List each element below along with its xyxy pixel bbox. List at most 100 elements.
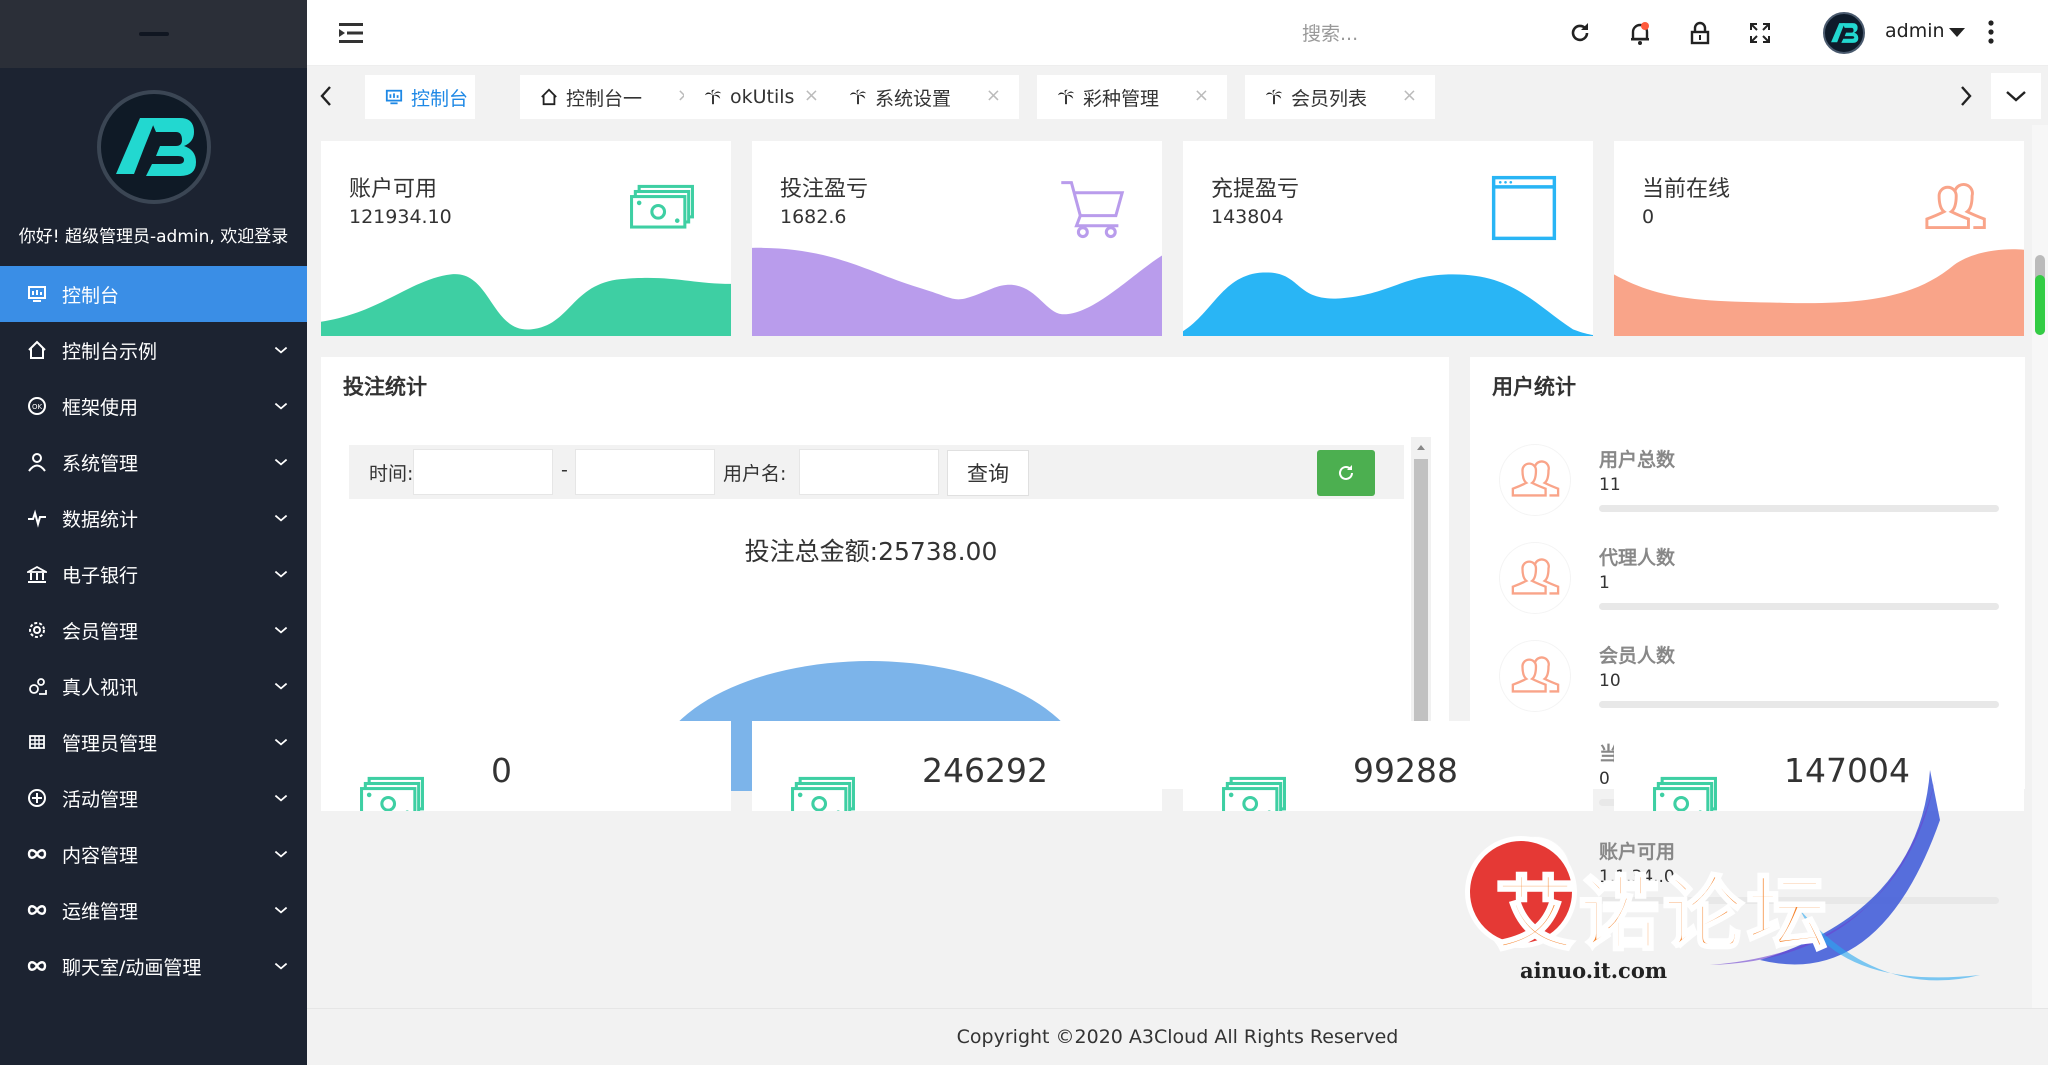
money-icon [630,184,694,229]
sidebar-item-label: 真人视讯 [62,676,139,699]
stat-card: 投注盈亏 1682.6 [752,141,1162,336]
refresh-button[interactable] [1317,450,1375,496]
tab[interactable]: 控制台一 × [520,75,710,119]
bank-icon [27,565,47,583]
sidebar-item-label: 电子银行 [62,564,139,587]
bell-icon[interactable] [1627,20,1653,46]
dashboard-icon [385,88,403,106]
content-scroll-indicator [2035,275,2045,335]
more-options-icon[interactable] [1987,20,1995,44]
tab-close-icon[interactable]: × [804,85,819,106]
sidebar-item[interactable]: 活动管理 [0,770,307,826]
user-name[interactable]: admin [1885,20,1945,42]
tab-scroll-right-icon[interactable] [1959,85,1973,107]
user-panel-title: 用户统计 [1492,375,1576,399]
user-dropdown-caret-icon[interactable] [1949,28,1965,37]
window-icon [1491,175,1557,241]
tab-menu-button[interactable] [1991,73,2041,119]
tab[interactable]: okUtils × [684,75,837,119]
chevron-down-icon [274,682,288,690]
bank-icon [26,563,48,585]
sidebar-item[interactable]: OK 框架使用 [0,378,307,434]
money-icon [629,175,695,241]
stat-card-title: 账户可用 [349,177,438,202]
users-icon [1500,543,1570,613]
tab-scroll-left-icon[interactable] [319,85,333,107]
sidebar-item[interactable]: 真人视讯 [0,658,307,714]
tab[interactable]: 彩种管理 × [1037,75,1227,119]
user-stat-value: 1 [1599,573,1610,593]
tab-label: 控制台一 [566,87,643,110]
infinity-icon [27,905,47,915]
chevron-down-icon [273,734,289,750]
mini-stat-card: 0 [321,721,731,811]
fullscreen-icon[interactable] [1747,20,1773,46]
lock-icon[interactable] [1687,20,1713,46]
time-range-dash: - [561,459,568,481]
sidebar-item[interactable]: 数据统计 [0,490,307,546]
refresh-icon[interactable] [1567,20,1593,46]
sidebar-item-label: 系统管理 [62,452,139,475]
bet-panel-title: 投注统计 [343,375,427,399]
user-icon [26,451,48,473]
tab-label: okUtils [730,86,795,108]
query-button[interactable]: 查询 [947,450,1029,496]
user-stat-row: 会员人数 10 [1500,641,2000,731]
infinity-icon [26,899,48,921]
palm-icon [1265,89,1283,105]
mini-stat-value: 246292 [922,751,1048,790]
avatar[interactable] [1823,12,1865,54]
content-scrollbar[interactable] [2032,125,2048,1008]
sidebar-item[interactable]: 电子银行 [0,546,307,602]
sidebar-item[interactable]: 会员管理 [0,602,307,658]
sidebar-item[interactable]: 运维管理 [0,882,307,938]
people-icon [29,678,47,695]
tab[interactable]: 控制台 [365,75,475,119]
chevron-down-icon [273,958,289,974]
stat-card-wave [1183,272,1593,336]
chevron-down-icon [274,458,288,466]
tab-close-icon[interactable]: × [1402,85,1417,106]
tab-close-icon[interactable]: × [986,85,1001,106]
username-input[interactable] [799,449,939,495]
money-icon [360,776,424,811]
sidebar-item-label: 管理员管理 [62,732,158,755]
tab-label: 控制台 [411,87,469,110]
window-icon [1491,175,1557,241]
mini-stat-card: 99288 [1183,721,1593,811]
users-icon [1511,656,1560,693]
chevron-down-icon [2006,91,2026,102]
user-stat-label: 会员人数 [1599,645,1676,667]
stat-card-title: 投注盈亏 [780,177,869,202]
tab-close-icon[interactable]: × [1194,85,1209,106]
svg-text:OK: OK [32,403,43,411]
tab[interactable]: 会员列表 × [1245,75,1435,119]
infinity-icon [26,955,48,977]
tab-label: 彩种管理 [1083,87,1160,110]
stat-card-value: 143804 [1211,206,1284,228]
scroll-up-arrow-icon[interactable] [1411,439,1431,455]
sidebar-item-label: 活动管理 [62,788,139,811]
app-root: 你好! 超级管理员-admin, 欢迎登录 控制台 控制台示例 OK 框架使用 … [0,0,2048,1065]
ok-icon: OK [26,395,48,417]
dashboard-icon [28,286,46,302]
start-time-input[interactable] [413,449,553,495]
tab-label: 系统设置 [875,87,952,110]
sidebar-toggle-icon[interactable] [339,22,365,44]
sidebar-item[interactable]: 聊天室/动画管理 [0,938,307,994]
sidebar-item[interactable]: 管理员管理 [0,714,307,770]
sidebar-item[interactable]: 内容管理 [0,826,307,882]
money-icon [1222,776,1286,811]
end-time-input[interactable] [575,449,715,495]
user-icon [28,453,46,472]
search-input[interactable] [1302,18,1452,50]
sidebar-item[interactable]: 系统管理 [0,434,307,490]
scroll-thumb[interactable] [1414,459,1428,733]
plus-circle-icon [26,787,48,809]
sidebar-item[interactable]: 控制台 [0,266,307,322]
tab-bar: 控制台 控制台一 × okUtils × 系统设置 × 彩种管理 × 会员列表 … [307,67,2048,125]
top-header: admin [307,0,2048,66]
tab[interactable]: 系统设置 × [829,75,1019,119]
sidebar-item-label: 会员管理 [62,620,139,643]
sidebar-item[interactable]: 控制台示例 [0,322,307,378]
